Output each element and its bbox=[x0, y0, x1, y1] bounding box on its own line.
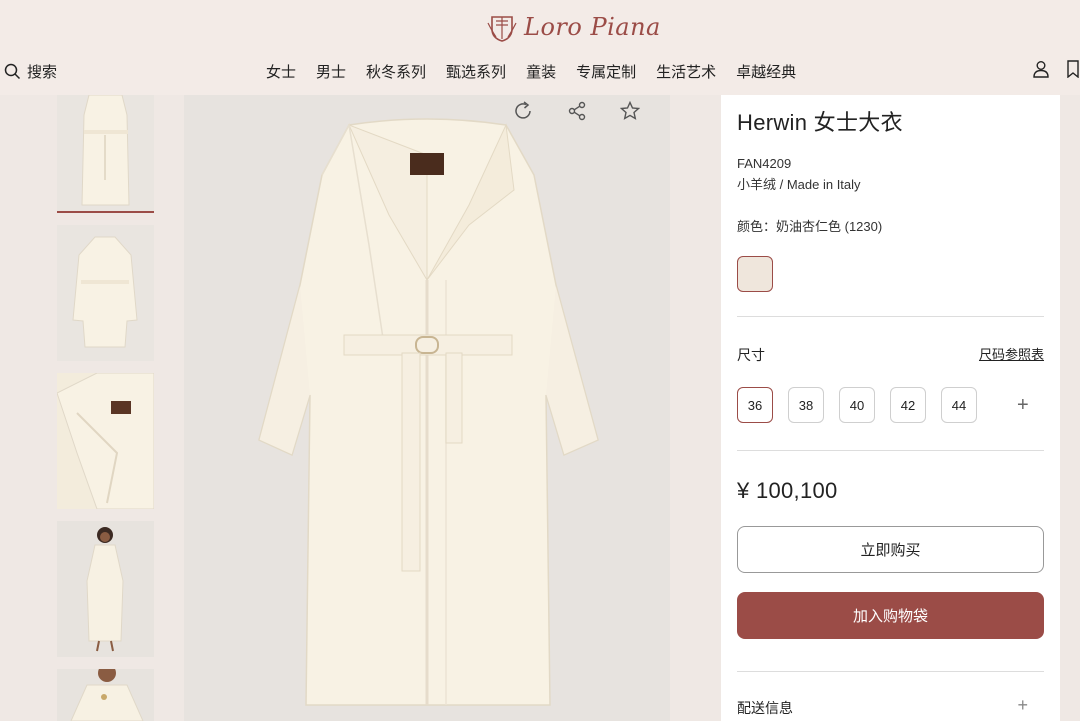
nav-item-men[interactable]: 男士 bbox=[306, 61, 356, 82]
nav-item-classics[interactable]: 卓越经典 bbox=[726, 61, 806, 82]
product-info-panel: Herwin 女士大衣 FAN4209 小羊绒 / Made in Italy … bbox=[721, 95, 1060, 721]
color-swatch[interactable] bbox=[737, 256, 773, 292]
nav-item-kids[interactable]: 童装 bbox=[516, 61, 566, 82]
brand-wordmark: Loro Piana bbox=[524, 13, 661, 41]
size-option-44[interactable]: 44 bbox=[941, 387, 977, 423]
size-options: 36 38 40 42 44 + bbox=[737, 387, 1029, 423]
model-closeup-thumbnail-image bbox=[57, 669, 154, 721]
site-header: Loro Piana 搜索 女士 男士 秋冬系列 甄选系列 童装 专属定制 生活… bbox=[0, 0, 1080, 95]
divider bbox=[737, 671, 1044, 672]
size-label: 尺寸 bbox=[737, 347, 765, 363]
divider bbox=[737, 450, 1044, 451]
coat-back-thumbnail-image bbox=[57, 225, 154, 361]
share-icon[interactable] bbox=[567, 101, 587, 121]
color-info: 颜色： 奶油杏仁色 (1230) bbox=[737, 216, 882, 235]
nav-item-bespoke[interactable]: 专属定制 bbox=[566, 61, 646, 82]
buy-now-button[interactable]: 立即购买 bbox=[737, 526, 1044, 573]
more-sizes-plus-icon[interactable]: + bbox=[1017, 395, 1029, 415]
main-nav: 女士 男士 秋冬系列 甄选系列 童装 专属定制 生活艺术 卓越经典 bbox=[256, 61, 806, 82]
model-thumbnail-image bbox=[57, 521, 154, 657]
color-value: 奶油杏仁色 (1230) bbox=[776, 219, 883, 234]
divider bbox=[737, 316, 1044, 317]
thumbnail-3[interactable] bbox=[57, 373, 154, 509]
rotate-icon[interactable] bbox=[512, 100, 534, 122]
coat-thumbnail-image bbox=[57, 95, 154, 211]
nav-item-fall-winter[interactable]: 秋冬系列 bbox=[356, 61, 436, 82]
color-label: 颜色： bbox=[737, 219, 777, 234]
image-tools bbox=[512, 100, 640, 122]
coat-image bbox=[184, 95, 670, 721]
crest-icon bbox=[487, 16, 517, 42]
coat-detail-thumbnail-image bbox=[57, 373, 154, 509]
add-to-bag-button[interactable]: 加入购物袋 bbox=[737, 592, 1044, 639]
account-icon[interactable] bbox=[1032, 60, 1050, 78]
star-icon[interactable] bbox=[620, 101, 640, 121]
header-icons bbox=[1032, 60, 1080, 78]
search-icon bbox=[4, 63, 21, 80]
bookmark-icon[interactable] bbox=[1066, 60, 1080, 78]
nav-item-lifestyle[interactable]: 生活艺术 bbox=[646, 61, 726, 82]
nav-item-selected[interactable]: 甄选系列 bbox=[436, 61, 516, 82]
product-main-image[interactable] bbox=[184, 95, 670, 721]
nav-item-women[interactable]: 女士 bbox=[256, 61, 306, 82]
search-label: 搜索 bbox=[27, 64, 58, 81]
thumbnail-2[interactable] bbox=[57, 225, 154, 361]
product-title: Herwin 女士大衣 bbox=[737, 110, 903, 135]
product-sku: FAN4209 bbox=[737, 156, 792, 171]
size-option-36[interactable]: 36 bbox=[737, 387, 773, 423]
product-price: ¥ 100,100 bbox=[737, 478, 838, 503]
size-option-42[interactable]: 42 bbox=[890, 387, 926, 423]
product-material: 小羊绒 / Made in Italy bbox=[737, 177, 861, 192]
brand-logo[interactable]: Loro Piana bbox=[486, 10, 661, 44]
delivery-plus-icon[interactable]: + bbox=[1017, 695, 1028, 716]
size-option-38[interactable]: 38 bbox=[788, 387, 824, 423]
thumbnail-5[interactable] bbox=[57, 669, 154, 721]
search-button[interactable]: 搜索 bbox=[4, 61, 57, 82]
size-guide-link[interactable]: 尺码参照表 bbox=[979, 344, 1044, 363]
delivery-info-toggle[interactable]: 配送信息 bbox=[737, 698, 793, 718]
thumbnail-4[interactable] bbox=[57, 521, 154, 657]
size-option-40[interactable]: 40 bbox=[839, 387, 875, 423]
thumbnail-1[interactable] bbox=[57, 95, 154, 213]
